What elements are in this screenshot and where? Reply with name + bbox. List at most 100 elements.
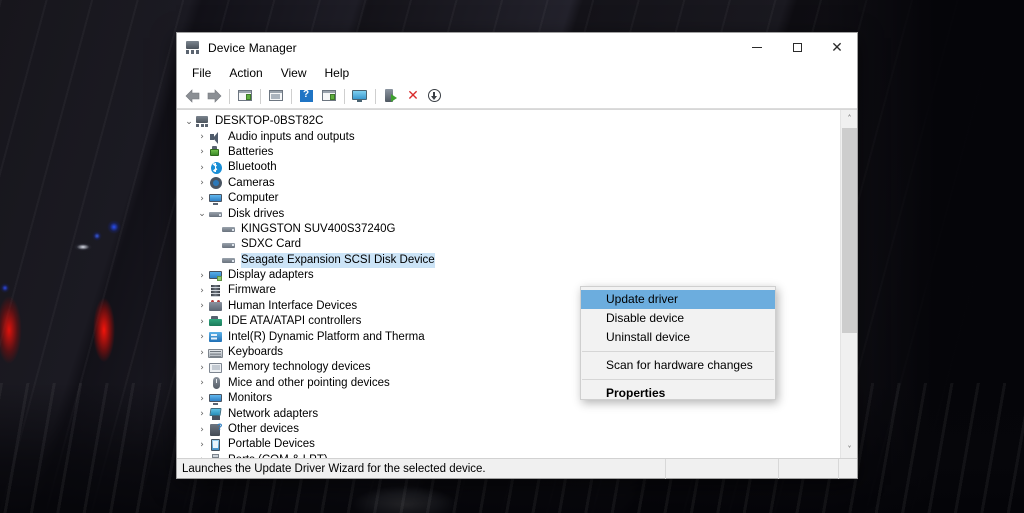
window-controls: ✕ bbox=[737, 33, 857, 62]
tree-row-other-devices[interactable]: › ? Other devices bbox=[177, 422, 839, 437]
scan-hardware-icon[interactable] bbox=[349, 85, 371, 107]
tree-row-seagate-expansion[interactable]: Seagate Expansion SCSI Disk Device bbox=[177, 253, 839, 268]
chevron-right-icon[interactable]: › bbox=[196, 407, 208, 422]
chevron-right-icon[interactable]: › bbox=[196, 130, 208, 145]
tree-row-computer[interactable]: › Computer bbox=[177, 191, 839, 206]
scrollbar-thumb[interactable] bbox=[842, 128, 857, 333]
tree-row-bluetooth[interactable]: › Bluetooth bbox=[177, 160, 839, 175]
chevron-right-icon[interactable]: › bbox=[196, 422, 208, 437]
battery-icon bbox=[208, 145, 224, 159]
menu-view[interactable]: View bbox=[272, 64, 316, 82]
chevron-right-icon[interactable]: › bbox=[196, 345, 208, 360]
back-arrow-glyph bbox=[184, 89, 201, 103]
chevron-right-icon[interactable]: › bbox=[196, 330, 208, 345]
menu-action[interactable]: Action bbox=[220, 64, 271, 82]
menu-bar: File Action View Help bbox=[177, 62, 857, 84]
hid-icon bbox=[208, 299, 224, 313]
chevron-right-icon[interactable]: › bbox=[196, 360, 208, 375]
help-icon[interactable]: ? bbox=[296, 85, 318, 107]
context-menu-item-scan-for-hardware-changes[interactable]: Scan for hardware changes bbox=[581, 356, 775, 375]
chevron-right-icon[interactable]: › bbox=[196, 176, 208, 191]
tree-label: KINGSTON SUV400S37240G bbox=[241, 222, 395, 237]
status-message: Launches the Update Driver Wizard for th… bbox=[177, 463, 665, 475]
status-cell-1 bbox=[665, 459, 778, 479]
scroll-up-arrow-icon[interactable]: ˄ bbox=[841, 110, 857, 127]
tree-label: Batteries bbox=[228, 145, 273, 160]
chevron-down-icon[interactable]: ⌄ bbox=[196, 207, 208, 222]
context-menu-separator bbox=[582, 379, 774, 380]
device-manager-window: Device Manager ✕ File Action View Help bbox=[176, 32, 858, 479]
tree-row-sdxc-card[interactable]: SDXC Card bbox=[177, 237, 839, 252]
context-menu-item-update-driver[interactable]: Update driver bbox=[581, 290, 775, 309]
back-icon[interactable] bbox=[181, 85, 203, 107]
toolbar-separator bbox=[344, 89, 345, 104]
device-context-menu[interactable]: Update driver Disable device Uninstall d… bbox=[580, 286, 776, 400]
menu-file[interactable]: File bbox=[183, 64, 220, 82]
tree-row-cameras[interactable]: › Cameras bbox=[177, 176, 839, 191]
chevron-right-icon[interactable]: › bbox=[196, 160, 208, 175]
uninstall-device-icon[interactable]: ✕ bbox=[402, 85, 424, 107]
device-manager-icon bbox=[185, 40, 201, 56]
camera-icon bbox=[208, 176, 224, 190]
chevron-right-icon[interactable]: › bbox=[196, 191, 208, 206]
toolbar-separator bbox=[375, 89, 376, 104]
context-menu-item-properties[interactable]: Properties bbox=[581, 384, 775, 403]
toolbar-separator bbox=[260, 89, 261, 104]
computer-root-icon bbox=[195, 115, 211, 129]
tree-label: Human Interface Devices bbox=[228, 299, 357, 314]
tree-row-batteries[interactable]: › Batteries bbox=[177, 145, 839, 160]
update-driver-icon[interactable] bbox=[265, 85, 287, 107]
chevron-right-icon[interactable]: › bbox=[196, 391, 208, 406]
tree-row-kingston-disk[interactable]: KINGSTON SUV400S37240G bbox=[177, 222, 839, 237]
chevron-right-icon[interactable]: › bbox=[196, 314, 208, 329]
tree-label: Cameras bbox=[228, 176, 275, 191]
tree-label: Bluetooth bbox=[228, 160, 277, 175]
chevron-right-icon[interactable]: › bbox=[196, 283, 208, 298]
scroll-down-arrow-icon[interactable]: ˅ bbox=[841, 441, 857, 458]
chevron-right-icon[interactable]: › bbox=[196, 437, 208, 452]
toolbar-separator bbox=[229, 89, 230, 104]
forward-arrow-glyph bbox=[206, 89, 223, 103]
properties-icon[interactable] bbox=[234, 85, 256, 107]
enable-device-icon[interactable] bbox=[380, 85, 402, 107]
tree-row-disk-drives[interactable]: ⌄ Disk drives bbox=[177, 206, 839, 221]
chevron-right-icon[interactable]: › bbox=[196, 376, 208, 391]
network-adapter-icon bbox=[208, 407, 224, 421]
tree-label: Keyboards bbox=[228, 345, 283, 360]
forward-icon[interactable] bbox=[203, 85, 225, 107]
memory-icon bbox=[208, 361, 224, 375]
device-tree[interactable]: ⌄ DESKTOP-0BST82C › Audio inputs and out… bbox=[177, 110, 839, 458]
red-x-glyph: ✕ bbox=[407, 88, 419, 104]
tree-row-root[interactable]: ⌄ DESKTOP-0BST82C bbox=[177, 114, 839, 129]
chevron-right-icon[interactable]: › bbox=[196, 145, 208, 160]
tree-row-network-adapters[interactable]: › Network adapters bbox=[177, 406, 839, 421]
show-hidden-icon[interactable] bbox=[318, 85, 340, 107]
disable-device-icon[interactable] bbox=[424, 85, 446, 107]
tree-row-portable-devices[interactable]: › Portable Devices bbox=[177, 437, 839, 452]
chevron-down-icon[interactable]: ⌄ bbox=[183, 114, 195, 129]
maximize-button[interactable] bbox=[777, 33, 817, 62]
minimize-button[interactable] bbox=[737, 33, 777, 62]
tree-label: SDXC Card bbox=[241, 237, 301, 252]
chevron-right-icon[interactable]: › bbox=[196, 268, 208, 283]
tree-row-audio-inputs-and-outputs[interactable]: › Audio inputs and outputs bbox=[177, 129, 839, 144]
context-menu-item-uninstall-device[interactable]: Uninstall device bbox=[581, 328, 775, 347]
status-cell-2 bbox=[778, 459, 838, 479]
tree-label: Firmware bbox=[228, 283, 276, 298]
tree-label: Other devices bbox=[228, 422, 299, 437]
display-adapter-icon bbox=[208, 269, 224, 283]
tree-label: Memory technology devices bbox=[228, 360, 371, 375]
tree-vertical-scrollbar[interactable]: ˄ ˅ bbox=[840, 110, 857, 458]
tree-label: Audio inputs and outputs bbox=[228, 130, 355, 145]
close-button[interactable]: ✕ bbox=[817, 33, 857, 62]
tree-label: Intel(R) Dynamic Platform and Therma bbox=[228, 330, 425, 345]
tree-row-display-adapters[interactable]: › Display adapters bbox=[177, 268, 839, 283]
tree-label: Monitors bbox=[228, 391, 272, 406]
menu-help[interactable]: Help bbox=[316, 64, 359, 82]
title-bar[interactable]: Device Manager ✕ bbox=[177, 33, 857, 62]
context-menu-item-disable-device[interactable]: Disable device bbox=[581, 309, 775, 328]
chevron-right-icon[interactable]: › bbox=[196, 299, 208, 314]
tree-label: Computer bbox=[228, 191, 279, 206]
disk-drive-icon bbox=[221, 253, 237, 267]
other-device-icon: ? bbox=[208, 423, 224, 437]
